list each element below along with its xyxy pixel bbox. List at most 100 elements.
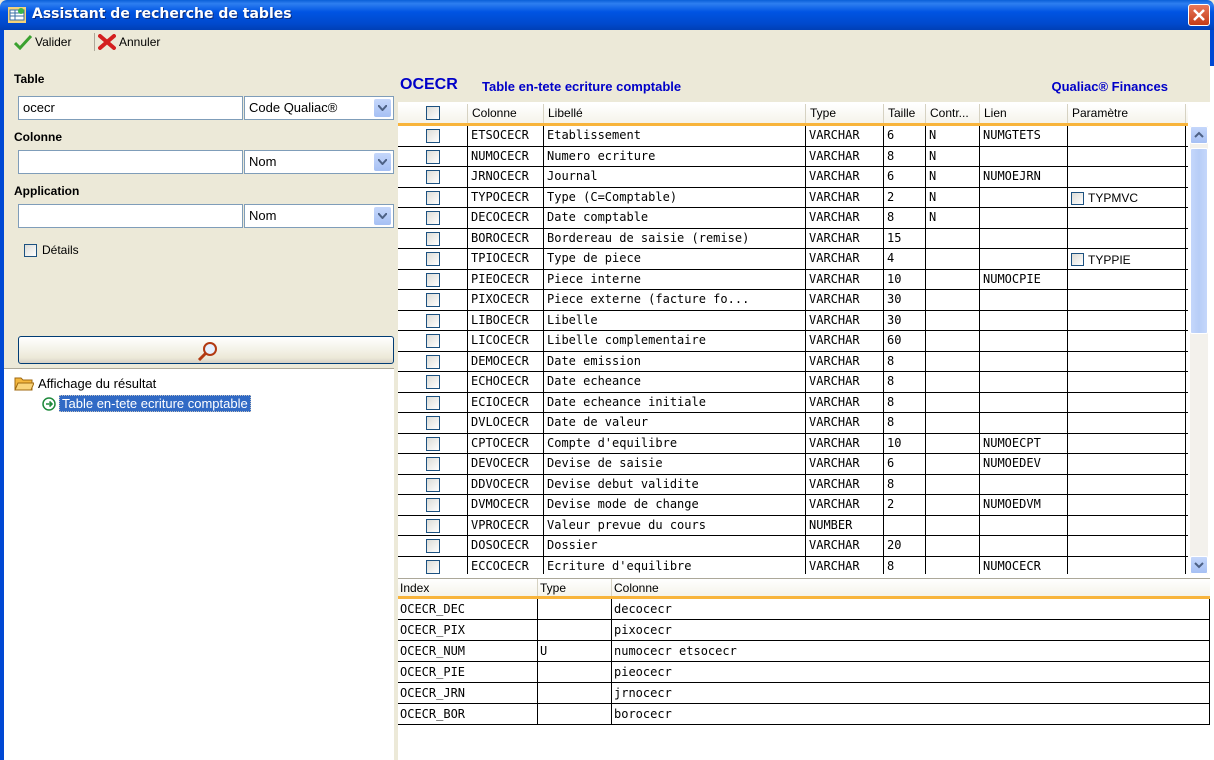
header-index-colonne[interactable]: Colonne	[612, 579, 1210, 596]
chevron-down-icon[interactable]	[374, 207, 391, 225]
param-checkbox[interactable]	[1071, 191, 1084, 205]
table-row[interactable]: DECOCECR Date comptable VARCHAR 8 N	[398, 208, 1188, 229]
row-checkbox-cell[interactable]	[398, 228, 468, 248]
row-checkbox[interactable]	[426, 149, 440, 164]
row-checkbox[interactable]	[426, 354, 440, 369]
row-checkbox-cell[interactable]	[398, 146, 468, 166]
row-checkbox[interactable]	[426, 436, 440, 451]
application-mode-select[interactable]: Nom	[244, 204, 394, 228]
row-checkbox-cell[interactable]	[398, 351, 468, 371]
valider-button[interactable]: Valider	[14, 34, 71, 50]
table-row[interactable]: TYPOCECR Type (C=Comptable) VARCHAR 2 N TYPMV…	[398, 187, 1188, 208]
scroll-down-button[interactable]	[1190, 556, 1208, 574]
table-row[interactable]: LIBOCECR Libelle VARCHAR 30	[398, 310, 1188, 331]
application-input[interactable]	[18, 204, 243, 228]
header-libelle[interactable]: Libellé	[544, 104, 806, 123]
row-checkbox[interactable]	[426, 170, 440, 184]
row-checkbox[interactable]	[426, 313, 440, 328]
header-controle[interactable]: Contr...	[926, 104, 980, 123]
row-checkbox[interactable]	[426, 129, 440, 143]
colonne-input[interactable]	[18, 150, 243, 174]
colonne-mode-select[interactable]: Nom	[244, 150, 394, 174]
header-index[interactable]: Index	[398, 579, 538, 596]
row-checkbox[interactable]	[426, 539, 440, 553]
table-row[interactable]: OCECR_PIX pixocecr	[398, 620, 1210, 641]
table-row[interactable]: ETSOCECR Etablissement VARCHAR 6 N NUMGTETS	[398, 126, 1188, 147]
row-checkbox-cell[interactable]	[398, 454, 468, 474]
row-checkbox-cell[interactable]	[398, 515, 468, 535]
row-checkbox[interactable]	[426, 559, 440, 574]
table-mode-select[interactable]: Code Qualiac®	[244, 96, 394, 120]
row-checkbox-cell[interactable]	[398, 433, 468, 453]
table-row[interactable]: OCECR_DEC decocecr	[398, 599, 1210, 620]
row-checkbox-cell[interactable]	[398, 167, 468, 187]
table-row[interactable]: ECHOCECR Date echeance VARCHAR 8	[398, 372, 1188, 393]
row-checkbox[interactable]	[426, 334, 440, 348]
header-colonne[interactable]: Colonne	[468, 104, 544, 123]
row-checkbox[interactable]	[426, 211, 440, 225]
table-row[interactable]: ECCOCECR Ecriture d'equilibre VARCHAR 8 NUMO…	[398, 556, 1188, 574]
header-lien[interactable]: Lien	[980, 104, 1068, 123]
row-checkbox[interactable]	[426, 518, 440, 533]
table-input[interactable]: ocecr	[18, 96, 243, 120]
table-row[interactable]: OCECR_NUM Unumocecr etsocecr	[398, 641, 1210, 662]
header-type[interactable]: Type	[806, 104, 884, 123]
table-row[interactable]: OCECR_PIE pieocecr	[398, 662, 1210, 683]
row-checkbox-cell[interactable]	[398, 208, 468, 228]
table-row[interactable]: TPIOCECR Type de piece VARCHAR 4 TYPPIE	[398, 249, 1188, 270]
row-checkbox-cell[interactable]	[398, 310, 468, 330]
table-row[interactable]: ECIOCECR Date echeance initiale VARCHAR 8	[398, 392, 1188, 413]
header-parametre[interactable]: Paramètre	[1068, 104, 1186, 123]
table-row[interactable]: CPTOCECR Compte d'equilibre VARCHAR 10 NUMOE…	[398, 433, 1188, 454]
table-row[interactable]: DDVOCECR Devise debut validite VARCHAR 8	[398, 474, 1188, 495]
row-checkbox[interactable]	[426, 252, 440, 266]
param-checkbox[interactable]	[1071, 253, 1084, 267]
row-checkbox-cell[interactable]	[398, 331, 468, 351]
details-checkbox[interactable]	[24, 244, 37, 257]
search-button[interactable]	[18, 336, 394, 364]
close-button[interactable]	[1188, 4, 1210, 26]
scroll-up-button[interactable]	[1190, 126, 1208, 144]
row-checkbox-cell[interactable]	[398, 536, 468, 556]
row-checkbox-cell[interactable]	[398, 413, 468, 433]
row-checkbox-cell[interactable]	[398, 556, 468, 574]
row-checkbox[interactable]	[426, 272, 440, 287]
select-all-checkbox[interactable]	[426, 106, 440, 120]
table-row[interactable]: DVMOCECR Devise mode de change VARCHAR 2 NUM…	[398, 495, 1188, 516]
scroll-thumb[interactable]	[1190, 148, 1208, 334]
row-checkbox-cell[interactable]	[398, 392, 468, 412]
chevron-down-icon[interactable]	[374, 99, 391, 117]
row-checkbox[interactable]	[426, 190, 440, 205]
row-checkbox-cell[interactable]	[398, 249, 468, 269]
table-row[interactable]: LICOCECR Libelle complementaire VARCHAR 60	[398, 331, 1188, 352]
header-index-type[interactable]: Type	[538, 579, 612, 596]
tree-item-result[interactable]: Table en-tete ecriture comptable	[42, 395, 251, 412]
select-all-header[interactable]	[398, 104, 468, 123]
row-checkbox[interactable]	[426, 498, 440, 512]
row-checkbox[interactable]	[426, 457, 440, 471]
table-row[interactable]: JRNOCECR Journal VARCHAR 6 N NUMOEJRN	[398, 167, 1188, 188]
row-checkbox-cell[interactable]	[398, 290, 468, 310]
row-checkbox[interactable]	[426, 477, 440, 492]
row-checkbox[interactable]	[426, 293, 440, 307]
row-checkbox[interactable]	[426, 395, 440, 410]
row-checkbox-cell[interactable]	[398, 187, 468, 207]
annuler-button[interactable]: Annuler	[98, 34, 160, 50]
table-row[interactable]: DEMOCECR Date emission VARCHAR 8	[398, 351, 1188, 372]
chevron-down-icon[interactable]	[374, 153, 391, 171]
table-row[interactable]: DVLOCECR Date de valeur VARCHAR 8	[398, 413, 1188, 434]
row-checkbox-cell[interactable]	[398, 474, 468, 494]
row-checkbox[interactable]	[426, 416, 440, 430]
table-row[interactable]: PIEOCECR Piece interne VARCHAR 10 NUMOCPIE	[398, 269, 1188, 290]
table-row[interactable]: NUMOCECR Numero ecriture VARCHAR 8 N	[398, 146, 1188, 167]
row-checkbox-cell[interactable]	[398, 269, 468, 289]
row-checkbox-cell[interactable]	[398, 495, 468, 515]
table-row[interactable]: OCECR_JRN jrnocecr	[398, 683, 1210, 704]
tree-root[interactable]: Affichage du résultat	[14, 375, 156, 391]
table-row[interactable]: PIXOCECR Piece externe (facture fo... VARC…	[398, 290, 1188, 311]
row-checkbox[interactable]	[426, 231, 440, 246]
table-row[interactable]: BOROCECR Bordereau de saisie (remise) VARC…	[398, 228, 1188, 249]
columns-grid-scrollbar[interactable]	[1190, 126, 1208, 574]
table-row[interactable]: DOSOCECR Dossier VARCHAR 20	[398, 536, 1188, 557]
table-row[interactable]: VPROCECR Valeur prevue du cours NUMBER	[398, 515, 1188, 536]
